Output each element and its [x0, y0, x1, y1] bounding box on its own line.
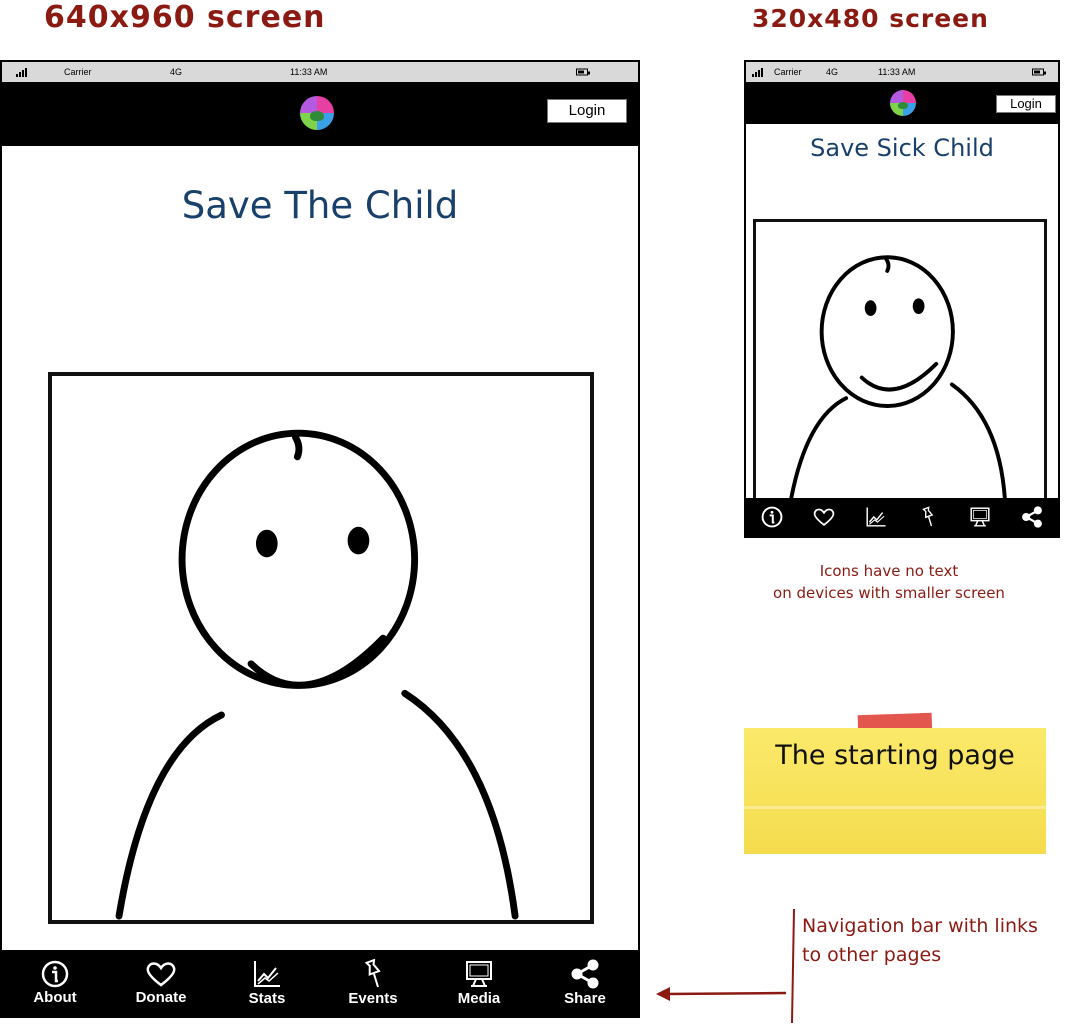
sticky-note-text: The starting page [775, 740, 1015, 771]
nav-note: Navigation bar with links to other pages [802, 912, 1070, 970]
heart-icon [813, 508, 835, 526]
nav-label-media: Media [457, 990, 501, 1007]
nav-note-line2: to other pages [802, 944, 942, 966]
page-title: Save The Child [181, 184, 459, 227]
nav-label-stats: Stats [248, 990, 286, 1007]
pushpin-icon [364, 959, 381, 988]
pushpin-icon [922, 506, 934, 527]
signal-icon [16, 67, 27, 77]
nav-label-donate: Donate [135, 989, 187, 1006]
nav-label-about: About [33, 989, 77, 1006]
nav-item-stats[interactable] [850, 498, 902, 536]
nav-item-stats[interactable]: Stats [214, 950, 320, 1016]
child-drawing [115, 429, 519, 920]
small-screen-heading: 320x480 screen [752, 4, 989, 33]
battery-icon [576, 68, 590, 76]
monitor-icon [970, 507, 990, 527]
battery-icon [1032, 68, 1046, 76]
nav-label-events: Events [348, 990, 398, 1007]
nav-item-events[interactable] [902, 498, 954, 536]
icons-note-line2: on devices with smaller screen [773, 584, 1005, 602]
page-title: Save Sick Child [810, 134, 994, 162]
large-screen-heading: 640x960 screen [44, 0, 326, 35]
heart-icon [146, 962, 176, 987]
chart-icon [254, 961, 280, 987]
nav-item-media[interactable]: Media [426, 950, 532, 1016]
monitor-icon [466, 961, 492, 987]
status-bar: Carrier 4G 11:33 AM [746, 62, 1058, 83]
signal-icon [752, 67, 763, 77]
carrier-label: Carrier [774, 67, 802, 77]
info-icon [761, 506, 783, 528]
nav-item-media[interactable] [954, 498, 1006, 536]
network-label: 4G [826, 67, 839, 77]
share-icon [1022, 506, 1042, 528]
large-phone-mockup: Carrier 4G 11:33 AM Login Save The Child [0, 60, 640, 1018]
navigation-bar [746, 498, 1058, 536]
navigation-bar: About Donate Stats Events Media Share [2, 950, 638, 1016]
nav-item-about[interactable] [746, 498, 798, 536]
nav-item-donate[interactable] [798, 498, 850, 536]
icons-note-line1: Icons have no text [819, 562, 959, 580]
child-photo [48, 372, 594, 924]
nav-item-events[interactable]: Events [320, 950, 426, 1016]
top-bar: Login [2, 82, 638, 146]
nav-annotation-arrow [656, 908, 795, 1024]
info-icon [41, 960, 69, 988]
app-logo-icon [300, 96, 334, 130]
chart-icon [866, 507, 886, 527]
login-button[interactable]: Login [547, 99, 627, 123]
child-drawing [789, 255, 1007, 498]
time-label: 11:33 AM [878, 67, 916, 77]
share-icon [571, 959, 599, 989]
small-phone-mockup: Carrier 4G 11:33 AM Login Save Sick Chil… [744, 60, 1060, 538]
top-bar: Login [746, 82, 1058, 124]
nav-label-share: Share [564, 990, 606, 1007]
nav-item-share[interactable]: Share [532, 950, 638, 1016]
carrier-label: Carrier [64, 67, 92, 77]
nav-item-share[interactable] [1006, 498, 1058, 536]
login-button[interactable]: Login [996, 95, 1056, 113]
sticky-note: The starting page [744, 728, 1046, 854]
network-label: 4G [170, 67, 183, 77]
nav-note-line1: Navigation bar with links [802, 915, 1038, 937]
app-logo-icon [890, 90, 916, 116]
time-label: 11:33 AM [290, 67, 328, 77]
nav-item-donate[interactable]: Donate [108, 950, 214, 1016]
child-photo [753, 219, 1047, 501]
icons-note: Icons have no text on devices with small… [744, 560, 1034, 604]
status-bar: Carrier 4G 11:33 AM [2, 62, 638, 83]
nav-item-about[interactable]: About [2, 950, 108, 1016]
